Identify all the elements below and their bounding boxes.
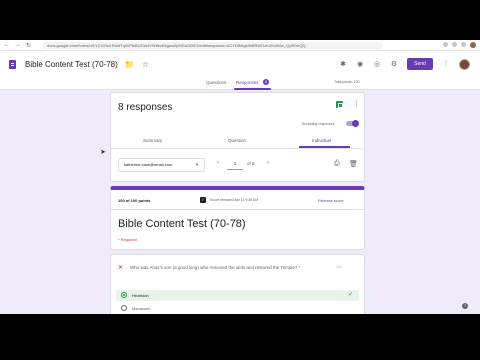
chevron-down-icon: ▼ [195, 162, 199, 167]
tab-individual[interactable]: Individual [312, 138, 331, 143]
option-label: Hezekiah [132, 293, 149, 298]
browser-extensions [443, 42, 480, 48]
total-points: Total points: 100 [334, 80, 360, 84]
accepting-responses-label: Accepting responses [302, 122, 335, 126]
question-text: Who was Ahaz's son (a good king) who rem… [130, 265, 301, 270]
chevron-left-icon[interactable]: ‹ [217, 160, 219, 166]
respondent-email-dropdown[interactable]: katherine.clark@email.com ▼ [118, 158, 205, 172]
radio-selected-icon [121, 292, 127, 298]
print-icon[interactable]: ⎙ [334, 160, 340, 168]
divider [111, 148, 364, 149]
responses-count-badge: 8 [263, 79, 269, 85]
tab-question[interactable]: Question [228, 138, 246, 143]
active-tab-indicator [234, 88, 271, 90]
tab-summary[interactable]: Summary [143, 138, 162, 143]
accepting-responses-toggle[interactable] [346, 120, 359, 127]
addon-icon[interactable]: ✱ [339, 60, 347, 68]
checkmark-icon: ✓ [348, 292, 354, 298]
responses-summary-card: 8 responses ⋮ Accepting responses Summar… [110, 92, 365, 182]
sheets-icon[interactable] [336, 101, 343, 108]
incorrect-x-icon: ✕ [118, 265, 124, 271]
quiz-title: Bible Content Test (70-78) [118, 218, 246, 230]
delete-icon[interactable]: 🗑 [349, 160, 358, 168]
option-label: Manasseh [132, 306, 151, 311]
checkbox-checked-icon: ✓ [200, 197, 206, 203]
google-forms-icon[interactable] [9, 59, 16, 69]
more-vert-icon[interactable]: ⋮ [442, 60, 450, 68]
extension-icon[interactable] [452, 42, 457, 47]
answer-option-correct: Hezekiah ✓ [116, 290, 359, 301]
points-score: 100 of 100 points [118, 198, 151, 203]
extension-icon[interactable] [461, 42, 466, 47]
more-vert-icon[interactable]: ⋮ [353, 100, 360, 108]
mouse-cursor-icon: ➤ [100, 149, 106, 156]
radio-unselected-icon [121, 305, 127, 311]
help-icon[interactable]: ? [462, 303, 468, 309]
star-icon[interactable]: ☆ [142, 60, 149, 69]
browser-toolbar: ← → ↻ docs.google.com/forms/d/1YCV2Iw1Ro… [0, 40, 480, 51]
release-score-button[interactable]: Release score [318, 198, 344, 203]
extension-icon[interactable] [443, 42, 448, 47]
score-released-note: Score released Apr 11 9:36 AM [210, 198, 259, 202]
forward-icon[interactable]: → [13, 41, 22, 50]
preview-eye-icon[interactable]: ◎ [373, 60, 381, 68]
address-bar[interactable]: docs.google.com/forms/d/1YCV2Iw1Ro4tTq00… [43, 41, 383, 49]
page-number-input[interactable]: 1 [227, 159, 243, 170]
folder-icon[interactable]: 📁 [125, 60, 135, 69]
responses-count-title: 8 responses [118, 102, 173, 113]
browser-profile-avatar[interactable] [470, 42, 476, 48]
document-title[interactable]: Bible Content Test (70-78) [25, 60, 118, 69]
tab-questions[interactable]: Questions [206, 80, 226, 85]
back-icon[interactable]: ← [2, 41, 11, 50]
reload-icon[interactable]: ↻ [24, 41, 33, 50]
browser-window: ← → ↻ docs.google.com/forms/d/1YCV2Iw1Ro… [0, 40, 480, 314]
tab-responses[interactable]: Responses [236, 80, 259, 85]
question-card: ✕ Who was Ahaz's son (a good king) who r… [110, 254, 365, 314]
response-header-card: 100 of 100 points ✓ Score released Apr 1… [110, 186, 365, 250]
required-note: * Required [118, 237, 137, 242]
page-of-label: of 8 [247, 161, 255, 166]
settings-gear-icon[interactable]: ⚙ [390, 60, 398, 68]
user-avatar[interactable] [459, 58, 470, 70]
chevron-right-icon[interactable]: › [267, 160, 269, 166]
send-button[interactable]: Send [407, 58, 433, 70]
divider [111, 209, 364, 210]
respondent-email: katherine.clark@email.com [124, 162, 173, 167]
form-tabs: Questions Responses 8 Total points: 100 [0, 77, 480, 90]
palette-icon[interactable]: ◉ [356, 60, 364, 68]
forms-header: Bible Content Test (70-78) 📁 ☆ ✱ ◉ ◎ ⚙ S… [0, 51, 480, 77]
header-actions: ✱ ◉ ◎ ⚙ Send ⋮ [339, 58, 480, 70]
question-score: 1/1 [336, 264, 342, 269]
video-frame: ← → ↻ docs.google.com/forms/d/1YCV2Iw1Ro… [0, 0, 480, 360]
